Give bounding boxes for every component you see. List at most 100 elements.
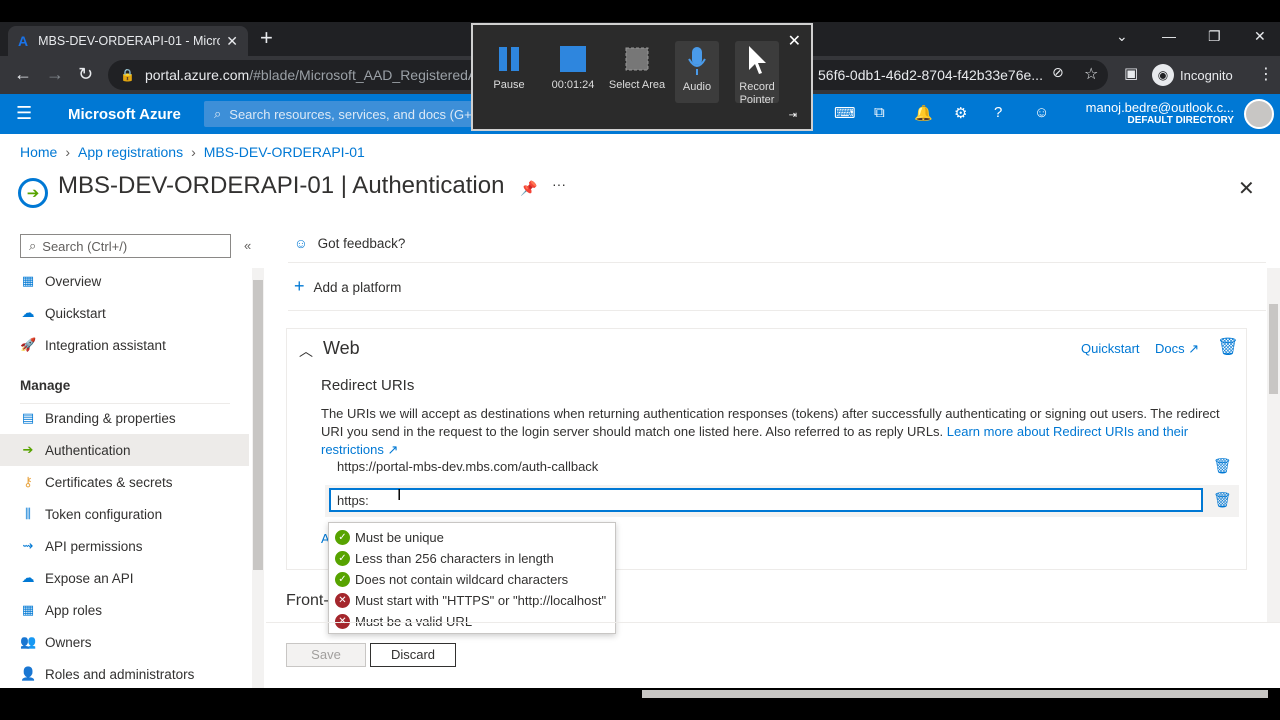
stop-button[interactable]: 00:01:24	[543, 39, 603, 91]
roles-icon: ▦	[21, 602, 35, 617]
incognito-icon: ◉	[1152, 64, 1174, 86]
delete-platform-icon[interactable]: 🗑	[1217, 337, 1239, 357]
delete-uri-icon[interactable]: 🗑	[1213, 457, 1232, 475]
sidebar-scrollbar[interactable]	[252, 268, 264, 688]
sidebar-item-integration-assistant[interactable]: 🚀 Integration assistant	[0, 329, 249, 361]
breadcrumb-app[interactable]: MBS-DEV-ORDERAPI-01	[204, 144, 365, 160]
avatar[interactable]	[1244, 99, 1274, 129]
sidebar-item-expose-api[interactable]: ☁ Expose an API	[0, 562, 249, 594]
sidebar-item-label: Token configuration	[45, 506, 163, 522]
check-icon: ✓	[335, 551, 350, 566]
divider	[288, 310, 1266, 311]
sidebar-item-label: Overview	[45, 273, 102, 289]
account-menu[interactable]: manoj.bedre@outlook.c... DEFAULT DIRECTO…	[1086, 100, 1234, 126]
page-title: MBS-DEV-ORDERAPI-01 | Authentication	[58, 172, 505, 199]
text-cursor-icon: I	[397, 487, 402, 504]
front-channel-heading: Front-	[286, 592, 329, 609]
cloud-shell-icon[interactable]: ⌨	[834, 104, 856, 122]
api-icon: ⇝	[22, 538, 34, 553]
restore-icon[interactable]: ❐	[1208, 28, 1221, 45]
sidebar-icon[interactable]: ▣	[1124, 64, 1138, 82]
stop-icon	[543, 39, 603, 79]
minimize-icon[interactable]: —	[1162, 28, 1176, 44]
pause-label: Pause	[493, 79, 525, 91]
forward-icon[interactable]: →	[46, 64, 64, 85]
sidebar-item-label: App roles	[45, 602, 103, 618]
bell-icon[interactable]: 🔔	[914, 104, 933, 122]
scrollbar-thumb[interactable]	[1269, 304, 1278, 394]
incognito-label: Incognito	[1180, 67, 1233, 83]
pin-recorder-icon[interactable]: ⇥	[789, 110, 797, 121]
delete-uri-icon[interactable]: 🗑	[1213, 491, 1232, 509]
browser-tab[interactable]: A MBS-DEV-ORDERAPI-01 - Microso ✕	[8, 26, 248, 56]
sidebar-item-app-roles[interactable]: ▦ App roles	[0, 594, 249, 626]
sidebar-item-quickstart[interactable]: ☁ Quickstart	[0, 297, 249, 329]
azure-favicon-icon: A	[18, 33, 29, 49]
incognito-indicator[interactable]: ◉ Incognito	[1152, 64, 1233, 86]
sidebar-item-roles-administrators[interactable]: 👤 Roles and administrators	[0, 658, 249, 690]
redirect-uri-existing[interactable]: https://portal-mbs-dev.mbs.com/auth-call…	[337, 459, 598, 474]
sidebar-search-input[interactable]: ⌕ Search (Ctrl+/)	[20, 234, 231, 258]
sidebar-item-authentication[interactable]: ➔ Authentication	[0, 434, 249, 466]
sidebar-item-owners[interactable]: 👥 Owners	[0, 626, 249, 658]
main-scrollbar[interactable]	[1267, 268, 1280, 622]
close-blade-icon[interactable]: ✕	[1238, 176, 1255, 201]
microphone-icon	[675, 41, 719, 81]
help-icon[interactable]: ?	[994, 104, 1002, 121]
validation-row: ✓ Does not contain wildcard characters	[335, 569, 609, 590]
pin-icon[interactable]: 📌	[520, 180, 537, 197]
pause-icon	[479, 39, 539, 79]
validation-text: Less than 256 characters in length	[355, 551, 554, 566]
pause-button[interactable]: Pause	[479, 39, 539, 91]
gear-icon[interactable]: ⚙	[954, 104, 967, 122]
docs-link[interactable]: Docs ↗	[1155, 341, 1199, 357]
select-area-label: Select Area	[608, 79, 666, 91]
cloud-api-icon: ☁	[21, 570, 35, 585]
docs-label: Docs	[1155, 341, 1185, 356]
new-tab-icon[interactable]: +	[260, 25, 273, 51]
quickstart-link[interactable]: Quickstart	[1081, 341, 1140, 356]
menu-dots-icon[interactable]: ⋮	[1258, 64, 1274, 84]
back-icon[interactable]: ←	[14, 64, 32, 85]
select-area-button[interactable]: Select Area	[607, 39, 667, 92]
eye-off-icon[interactable]: ⊘	[1052, 64, 1064, 81]
azure-brand[interactable]: Microsoft Azure	[68, 106, 181, 123]
collapse-sidebar-icon[interactable]: «	[244, 238, 251, 253]
sidebar-item-branding[interactable]: ▤ Branding & properties	[0, 402, 249, 434]
sidebar-item-certificates[interactable]: ⚷ Certificates & secrets	[0, 466, 249, 498]
sidebar-item-overview[interactable]: ▦ Overview	[0, 265, 249, 297]
breadcrumb-home[interactable]: Home	[20, 144, 57, 160]
scrollbar-thumb[interactable]	[253, 280, 263, 570]
divider	[288, 262, 1266, 263]
more-options-icon[interactable]: ···	[552, 176, 566, 192]
close-tab-icon[interactable]: ✕	[226, 33, 238, 50]
sidebar-item-token-configuration[interactable]: ⫼ Token configuration	[0, 498, 249, 530]
feedback-link[interactable]: ☺ Got feedback?	[294, 236, 405, 251]
reload-icon[interactable]: ↻	[78, 64, 93, 85]
sidebar-item-label: Expose an API	[45, 570, 134, 586]
discard-button[interactable]: Discard	[370, 643, 456, 667]
breadcrumb-app-registrations[interactable]: App registrations	[78, 144, 183, 160]
audio-button[interactable]: Audio	[675, 41, 719, 103]
close-window-icon[interactable]: ✕	[1254, 28, 1266, 45]
add-platform-button[interactable]: + Add a platform	[294, 276, 401, 297]
close-recorder-icon[interactable]: ✕	[788, 31, 801, 51]
record-pointer-button[interactable]: Record Pointer	[735, 41, 779, 106]
validation-text: Does not contain wildcard characters	[355, 572, 569, 587]
star-icon[interactable]: ☆	[1084, 64, 1098, 84]
chevron-up-icon[interactable]: ︿	[299, 341, 313, 361]
hamburger-icon[interactable]: ☰	[16, 103, 32, 124]
user-email: manoj.bedre@outlook.c...	[1085, 100, 1234, 115]
divider	[266, 622, 1280, 623]
authentication-icon: ➔	[18, 178, 48, 208]
global-search-input[interactable]: ⌕ Search resources, services, and docs (…	[204, 101, 474, 127]
feedback-icon[interactable]: ☺	[1034, 104, 1049, 121]
tab-search-icon[interactable]: ⌄	[1116, 28, 1128, 45]
save-button[interactable]: Save	[286, 643, 366, 667]
rocket-icon: 🚀	[20, 337, 37, 352]
horizontal-scrollbar[interactable]	[642, 690, 1268, 698]
redirect-uri-input[interactable]	[329, 488, 1203, 512]
sidebar-item-api-permissions[interactable]: ⇝ API permissions	[0, 530, 249, 562]
directory-filter-icon[interactable]: ⧉	[874, 104, 885, 121]
sidebar-item-label: Owners	[45, 634, 92, 650]
